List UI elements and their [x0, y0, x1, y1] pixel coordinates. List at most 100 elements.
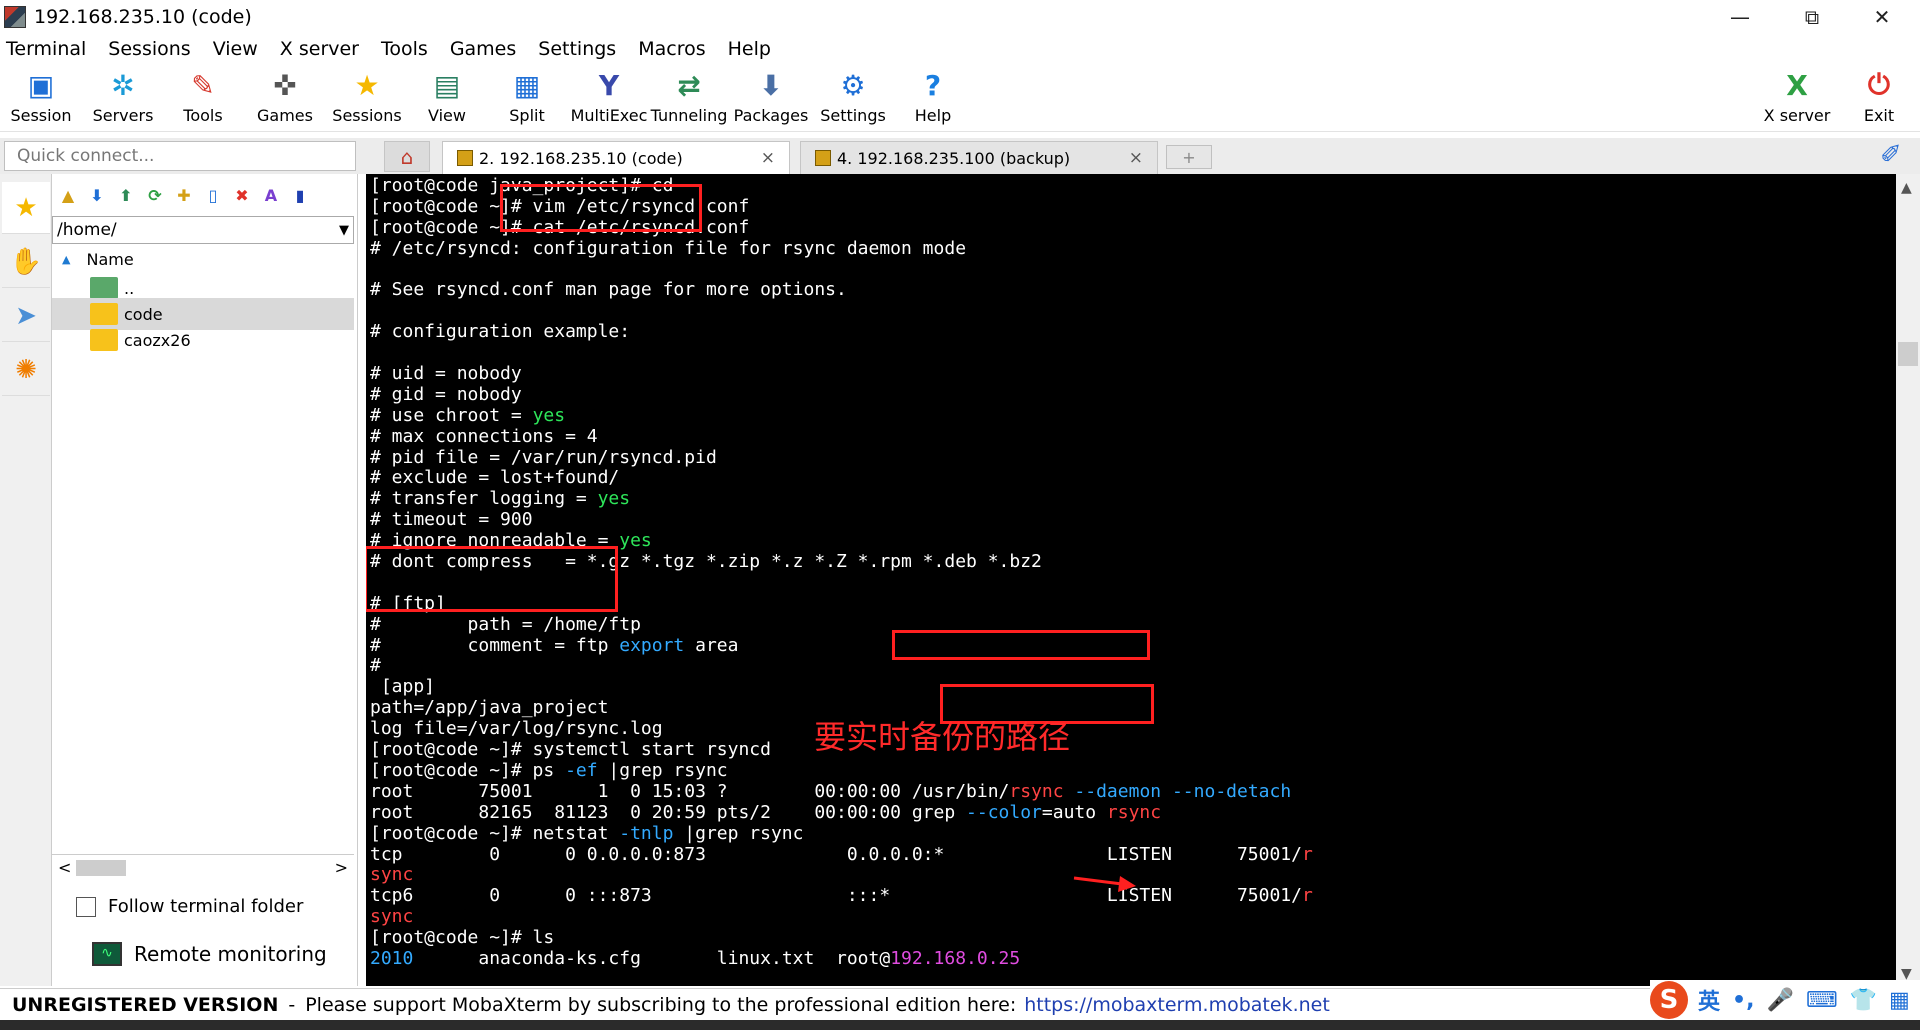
- highlight-box-app-module: [366, 546, 618, 612]
- toolbar-settings-button[interactable]: ⚙ Settings: [812, 66, 894, 130]
- minimize-button[interactable]: —: [1710, 0, 1770, 34]
- ime-punctuation-icon[interactable]: •,: [1732, 988, 1754, 1013]
- x-server-icon: X: [1786, 68, 1808, 102]
- horizontal-scrollbar[interactable]: < >: [52, 854, 354, 880]
- multiexec-icon: Y: [598, 68, 620, 102]
- terminal-line: # exclude = lost+found/: [370, 468, 1313, 489]
- toolbar-split-button[interactable]: ▦ Split: [486, 66, 568, 130]
- tab-close-icon[interactable]: ×: [761, 148, 775, 168]
- terminal-text: # See rsyncd.conf man page for more opti…: [370, 279, 847, 301]
- menu-games[interactable]: Games: [450, 38, 516, 60]
- terminal-text: # timeout = 900: [370, 509, 533, 531]
- tools-tab-icon[interactable]: ✋: [2, 236, 50, 288]
- ime-keyboard-icon[interactable]: ⌨: [1806, 988, 1838, 1013]
- terminal-text: --daemon: [1074, 780, 1162, 802]
- scroll-right-icon[interactable]: >: [335, 858, 348, 877]
- menu-tools[interactable]: Tools: [381, 38, 428, 60]
- new-folder-icon[interactable]: ✚: [172, 183, 196, 207]
- menu-sessions[interactable]: Sessions: [108, 38, 190, 60]
- toolbar-packages-button[interactable]: ⬇ Packages: [730, 66, 812, 130]
- tab-close-icon[interactable]: ×: [1129, 148, 1143, 168]
- toolbar-label: Games: [257, 106, 313, 125]
- toolbar-session-button[interactable]: ▣ Session: [0, 66, 82, 130]
- terminal-text: -tnlp: [619, 822, 674, 844]
- tab-label: 2. 192.168.235.10 (code): [479, 148, 683, 168]
- delete-icon[interactable]: ✖: [230, 183, 254, 207]
- file-row-caozx26[interactable]: caozx26: [52, 324, 354, 356]
- macros-tab-icon[interactable]: ✺: [2, 344, 50, 396]
- terminal-text: tcp6 0 0 :::873 :::* LISTEN 75001/: [370, 885, 1302, 907]
- toolbar-tools-button[interactable]: ✎ Tools: [162, 66, 244, 130]
- rename-icon[interactable]: A: [259, 183, 283, 207]
- new-tab-button[interactable]: +: [1166, 145, 1212, 169]
- download-icon[interactable]: ⬇: [85, 183, 109, 207]
- ime-skin-icon[interactable]: 👕: [1850, 988, 1877, 1013]
- mobatek-link[interactable]: https://mobaxterm.mobatek.net: [1024, 994, 1330, 1016]
- refresh-icon[interactable]: ⟳: [143, 183, 167, 207]
- home-tab[interactable]: ⌂: [384, 141, 430, 172]
- toolbar-exit-button[interactable]: ⏻ Exit: [1838, 66, 1920, 130]
- tools-icon: ✎: [191, 68, 215, 102]
- terminal-line: [root@code ~]# ps -ef |grep rsync: [370, 760, 1313, 782]
- toolbar-games-button[interactable]: ✜ Games: [244, 66, 326, 130]
- file-name: code: [124, 304, 163, 324]
- toolbar-servers-button[interactable]: ✲ Servers: [82, 66, 164, 130]
- remote-monitoring[interactable]: ∿ Remote monitoring: [92, 942, 327, 966]
- scroll-left-icon[interactable]: <: [58, 858, 71, 877]
- terminal-text: # gid = nobody: [370, 383, 522, 405]
- terminal-line: # comment = ftp export area: [370, 635, 1313, 657]
- menu-terminal[interactable]: Terminal: [6, 38, 86, 60]
- close-window-button[interactable]: ✕: [1852, 0, 1912, 34]
- menu-view[interactable]: View: [213, 38, 258, 60]
- menu-help[interactable]: Help: [728, 38, 771, 60]
- terminal-line: # transfer logging = yes: [370, 488, 1313, 510]
- permissions-icon[interactable]: ▮: [288, 183, 312, 207]
- file-name: caozx26: [124, 330, 191, 350]
- tab-session-code[interactable]: 2. 192.168.235.10 (code) ×: [442, 141, 790, 174]
- menu-settings[interactable]: Settings: [538, 38, 616, 60]
- toolbar-label: Session: [10, 106, 72, 125]
- terminal-text: path=/app/java_project: [370, 697, 609, 719]
- follow-terminal-folder[interactable]: Follow terminal folder: [76, 896, 303, 917]
- menu-macros[interactable]: Macros: [638, 38, 705, 60]
- toolbar-tunneling-button[interactable]: ⇄ Tunneling: [648, 66, 730, 130]
- follow-checkbox[interactable]: [76, 896, 96, 917]
- new-file-icon[interactable]: ▯: [201, 183, 225, 207]
- toolbar-multiexec-button[interactable]: Y MultiExec: [568, 66, 650, 130]
- folder-icon: [90, 329, 118, 351]
- terminal-scrollbar[interactable]: ▲ ▼: [1896, 174, 1920, 986]
- toolbar-sessions-button[interactable]: ★ Sessions: [326, 66, 408, 130]
- taskbar-strip: [0, 1020, 1920, 1030]
- toolbar-help-button[interactable]: ? Help: [892, 66, 974, 130]
- scroll-up-icon[interactable]: ▲: [1901, 180, 1912, 196]
- maximize-button[interactable]: ⧉: [1782, 0, 1842, 34]
- title-bar: 192.168.235.10 (code) — ⧉ ✕: [0, 0, 1920, 34]
- parent-folder-icon[interactable]: ▲: [56, 183, 80, 207]
- ime-toolbox-icon[interactable]: ▦: [1889, 988, 1910, 1013]
- terminal-line: 2010 anaconda-ks.cfg linux.txt root@192.…: [370, 948, 1313, 970]
- menu-x-server[interactable]: X server: [280, 38, 359, 60]
- ime-language-toggle[interactable]: 英: [1698, 984, 1720, 1016]
- toolbar-view-button[interactable]: ▤ View: [406, 66, 488, 130]
- name-column-header[interactable]: ▲ Name: [62, 250, 134, 269]
- highlight-box-rsync-daemon: [892, 630, 1150, 660]
- paperclip-icon[interactable]: ✐: [1880, 140, 1902, 170]
- terminal-text: [root@code ~]# ls: [370, 927, 555, 949]
- terminal-text: =auto: [1041, 801, 1107, 823]
- chevron-down-icon: ▼: [339, 222, 349, 238]
- scroll-thumb[interactable]: [76, 860, 126, 876]
- ime-microphone-icon[interactable]: 🎤: [1766, 988, 1793, 1013]
- sessions-star-tab-icon[interactable]: ★: [2, 182, 50, 234]
- upload-icon[interactable]: ⬆: [114, 183, 138, 207]
- sogou-ime-icon[interactable]: S: [1650, 981, 1688, 1019]
- toolbar-label: Help: [914, 106, 952, 125]
- terminal-view[interactable]: [root@code java_project]# cd [root@code ~…: [366, 174, 1896, 986]
- toolbar-x-server-button[interactable]: X X server: [1756, 66, 1838, 130]
- path-select[interactable]: /home/ ▼: [52, 216, 354, 244]
- quick-connect-input[interactable]: Quick connect...: [4, 141, 356, 171]
- tab-session-backup[interactable]: 4. 192.168.235.100 (backup) ×: [800, 141, 1158, 174]
- highlight-box-commands: [500, 184, 702, 232]
- unregistered-label: UNREGISTERED VERSION: [12, 993, 279, 1016]
- sftp-tab-icon[interactable]: ➤: [2, 290, 50, 342]
- scroll-thumb[interactable]: [1898, 342, 1918, 366]
